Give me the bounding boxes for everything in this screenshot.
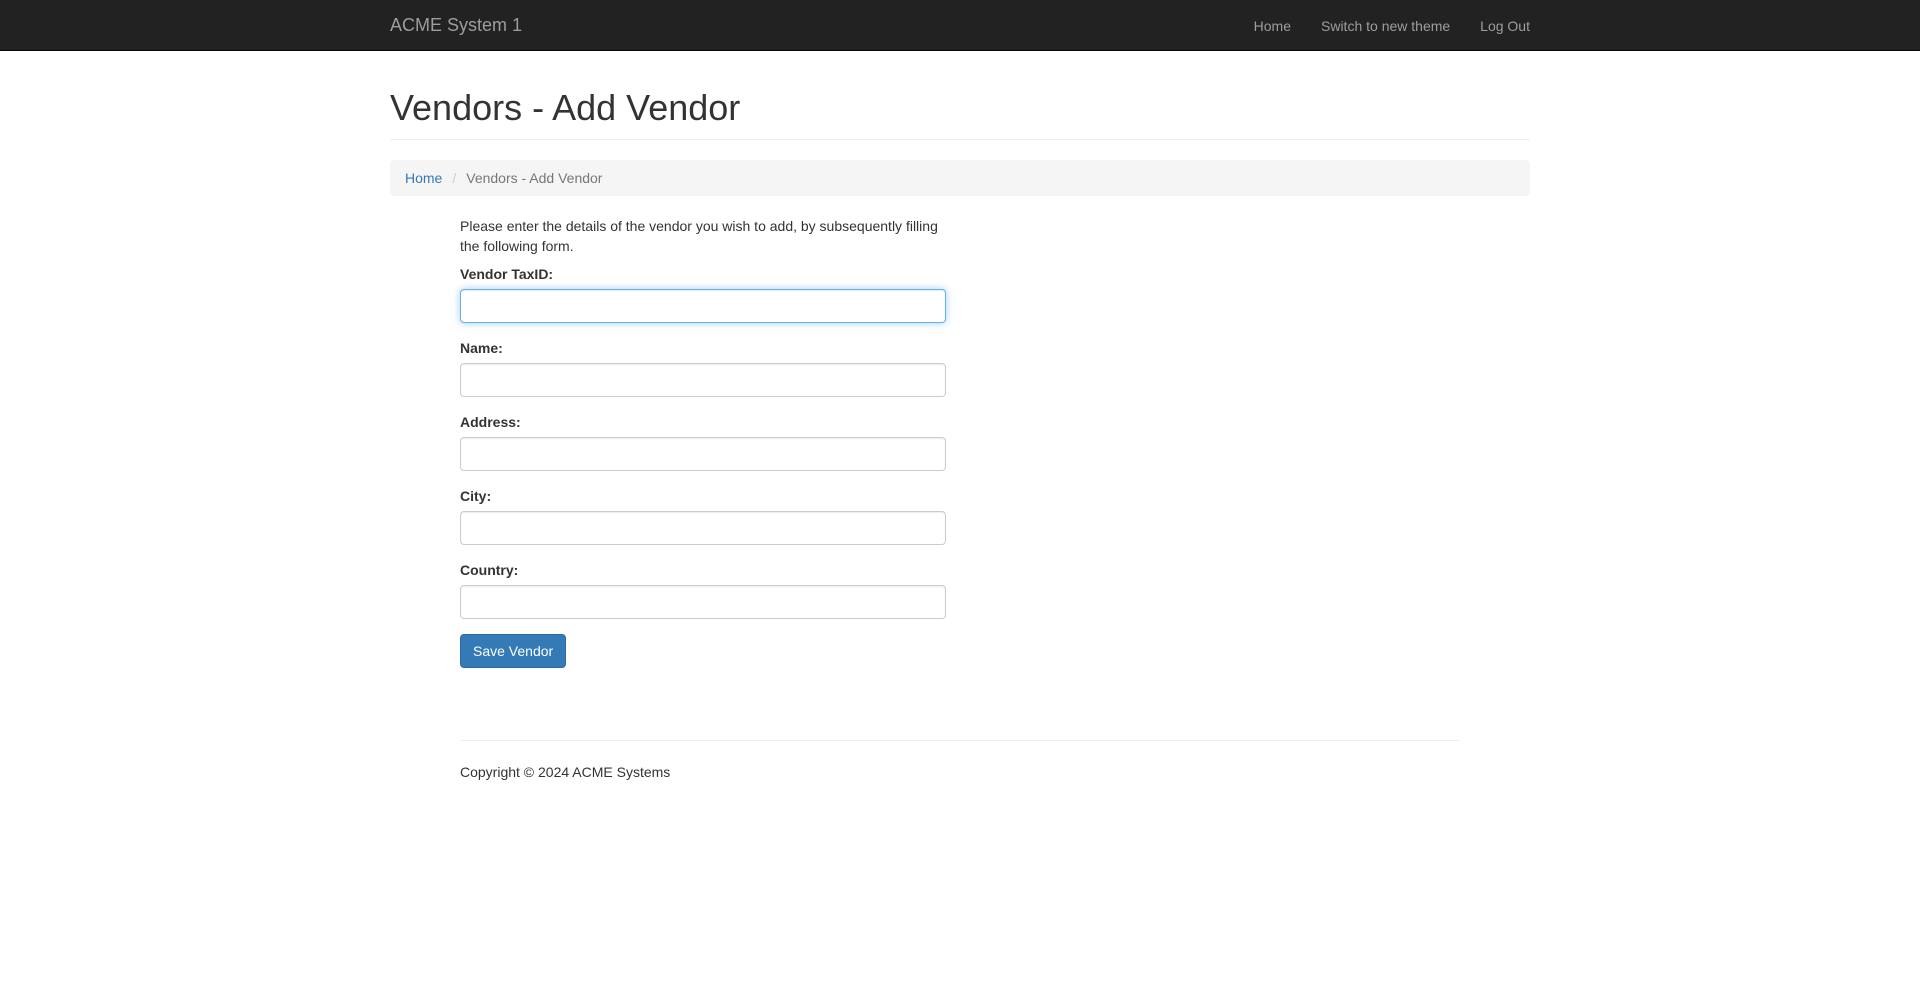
city-input[interactable] <box>460 511 946 545</box>
country-label: Country: <box>460 562 519 578</box>
page-header: Vendors - Add Vendor <box>390 68 1530 140</box>
name-group: Name: <box>460 338 946 397</box>
footer-copyright: Copyright © 2024 ACME Systems <box>460 764 671 780</box>
save-vendor-button[interactable]: Save Vendor <box>460 634 567 668</box>
breadcrumb-current: Vendors - Add Vendor <box>466 170 603 186</box>
page-title: Vendors - Add Vendor <box>390 87 741 128</box>
breadcrumb-home-link[interactable]: Home <box>405 170 442 186</box>
vendor-taxid-group: Vendor TaxID: <box>460 264 946 323</box>
breadcrumb-separator: / <box>452 170 457 186</box>
name-input[interactable] <box>460 363 946 397</box>
nav-home-link[interactable]: Home <box>1254 18 1291 34</box>
address-group: Address: <box>460 412 946 471</box>
breadcrumb: Home / Vendors - Add Vendor <box>390 160 1530 196</box>
footer-divider <box>460 740 1460 741</box>
address-label: Address: <box>460 414 521 430</box>
city-group: City: <box>460 486 946 545</box>
brand-link[interactable]: ACME System 1 <box>390 14 522 36</box>
country-input[interactable] <box>460 585 946 619</box>
top-navbar: ACME System 1 Home Switch to new theme L… <box>0 0 1920 51</box>
add-vendor-form: Please enter the details of the vendor y… <box>460 216 946 668</box>
navbar-links: Home Switch to new theme Log Out <box>1254 0 1530 51</box>
name-label: Name: <box>460 340 503 356</box>
address-input[interactable] <box>460 437 946 471</box>
country-group: Country: <box>460 560 946 619</box>
form-intro-text: Please enter the details of the vendor y… <box>460 218 938 254</box>
vendor-taxid-label: Vendor TaxID: <box>460 266 554 282</box>
city-label: City: <box>460 488 492 504</box>
nav-logout-link[interactable]: Log Out <box>1480 18 1530 34</box>
nav-switch-theme-link[interactable]: Switch to new theme <box>1321 18 1450 34</box>
vendor-taxid-input[interactable] <box>460 289 946 323</box>
